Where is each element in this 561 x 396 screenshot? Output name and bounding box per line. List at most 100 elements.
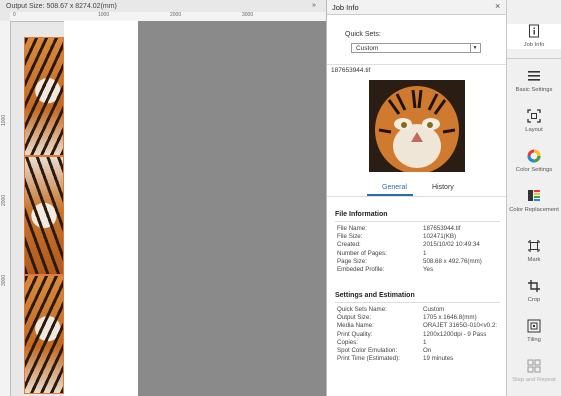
info-row: Spot Color Emulation: On <box>337 347 505 355</box>
output-size-label: Output Size: 508.67 x 8274.02(mm) <box>6 3 117 10</box>
info-row: Embeded Profile: Yes <box>337 266 505 274</box>
info-key: Quick Sets Name: <box>337 306 387 313</box>
info-value: On <box>423 346 432 354</box>
vertical-ruler: 1000 2000 3000 <box>0 21 11 396</box>
toolbar-crop[interactable]: Crop <box>507 279 561 304</box>
canvas-background <box>138 21 326 396</box>
tool-label: Job Info <box>523 42 545 48</box>
info-key: File Name: <box>337 225 367 232</box>
color-wheel-icon <box>527 149 541 163</box>
info-key: Copies: <box>337 338 358 346</box>
job-info-panel: Job Info × Quick Sets: Custom ▼ 18765394… <box>326 0 507 396</box>
quick-sets-value: Custom <box>356 45 379 52</box>
info-row: Page Size: 508.68 x 492.76(mm) <box>337 258 505 266</box>
toolbar-color-settings[interactable]: Color Settings <box>507 149 561 174</box>
crop-icon <box>527 279 541 293</box>
tool-label: Mark <box>527 257 541 263</box>
info-key: Print Time (Estimated): <box>337 355 400 363</box>
tiger-tile-1[interactable] <box>24 37 64 156</box>
info-value: 187653944.tif <box>423 225 461 232</box>
info-row: File Size: 102471(KB) <box>337 233 505 241</box>
info-key: Media Name: <box>337 322 374 330</box>
document-info-icon <box>527 24 541 38</box>
info-row: Copies: 1 <box>337 339 505 347</box>
info-value: 19 minutes <box>423 355 454 363</box>
tool-label: Color Replacement <box>509 207 559 213</box>
mark-icon <box>527 239 541 253</box>
tiger-tile-3[interactable] <box>24 275 64 394</box>
ruler-mark: 3000 <box>242 12 254 18</box>
media-area <box>64 21 138 396</box>
image-thumbnail <box>369 80 465 172</box>
tiger-thumbnail-image <box>369 80 465 172</box>
info-key: Embeded Profile: <box>337 265 385 273</box>
info-row: Media Name: ORAJET 3165G-010<v0.2: <box>337 322 505 330</box>
info-value: 2015/10/02 10:49:34 <box>423 241 480 249</box>
tiger-image <box>25 276 63 393</box>
info-value: Yes <box>423 265 434 273</box>
ruler-mark: 2000 <box>170 12 182 18</box>
divider <box>507 58 561 59</box>
color-replace-icon <box>527 189 541 203</box>
info-row: Print Quality: 1200x1200dpi - 9 Pass <box>337 331 505 339</box>
tiger-image <box>25 38 63 155</box>
info-key: Created: <box>337 241 361 249</box>
info-row: Created: 2015/10/02 10:49:34 <box>337 241 505 249</box>
side-toolbar: Job Info Basic Settings Layout Color Set… <box>506 0 561 396</box>
ruler-mark: 1000 <box>98 12 110 18</box>
tool-label: Color Settings <box>515 167 553 173</box>
collapse-panel-icon[interactable]: » <box>312 2 316 9</box>
toolbar-basic-settings[interactable]: Basic Settings <box>507 69 561 94</box>
toolbar-job-info[interactable]: Job Info <box>507 24 561 49</box>
ruler-mark: 2000 <box>1 194 7 206</box>
info-key: Print Quality: <box>337 330 373 338</box>
preview-pane: Output Size: 508.67 x 8274.02(mm) » 0 10… <box>0 0 326 396</box>
tab-general[interactable]: General <box>382 184 407 191</box>
toolbar-layout[interactable]: Layout <box>507 109 561 134</box>
divider <box>327 64 507 65</box>
info-row: File Name: 187653944.tif <box>337 225 505 233</box>
settings-heading: Settings and Estimation <box>335 292 415 299</box>
toolbar-color-replacement[interactable]: Color Replacement <box>507 189 561 214</box>
divider <box>335 221 500 222</box>
tool-label: Step and Repeat <box>512 377 556 383</box>
file-info-list: File Name: 187653944.tif File Size: 102471… <box>337 225 505 274</box>
info-key: Output Size: <box>337 314 372 322</box>
tool-label: Tiling <box>527 337 541 343</box>
tab-history[interactable]: History <box>432 184 454 191</box>
info-key: Number of Pages: <box>337 249 387 257</box>
divider <box>327 196 507 197</box>
toolbar-mark[interactable]: Mark <box>507 239 561 264</box>
info-key: File Size: <box>337 233 363 241</box>
tiger-tile-2[interactable] <box>24 156 64 275</box>
toolbar-tiling[interactable]: Tiling <box>507 319 561 344</box>
info-value: 1705 x 1646.8(mm) <box>423 314 477 322</box>
list-icon <box>527 69 541 83</box>
chevron-down-icon[interactable]: ▼ <box>470 44 479 52</box>
tool-label: Layout <box>525 127 543 133</box>
quick-sets-select[interactable]: Custom ▼ <box>351 43 481 53</box>
panel-header: Job Info × <box>327 0 507 15</box>
ruler-mark: 3000 <box>1 274 7 286</box>
info-value: 102471(KB) <box>423 233 457 241</box>
close-icon[interactable]: × <box>495 1 500 11</box>
tiger-image <box>25 157 63 274</box>
info-row: Quick Sets Name: Custom <box>337 306 505 314</box>
info-value: 1200x1200dpi - 9 Pass <box>423 330 487 338</box>
panel-title: Job Info <box>332 3 359 12</box>
step-repeat-icon <box>527 359 541 373</box>
settings-list: Quick Sets Name: Custom Output Size: 1705 … <box>337 306 505 363</box>
quick-sets-label: Quick Sets: <box>345 31 381 38</box>
divider <box>335 302 500 303</box>
tiling-icon <box>527 319 541 333</box>
toolbar-step-and-repeat[interactable]: Step and Repeat <box>507 359 561 384</box>
info-value: 1 <box>423 338 427 346</box>
ruler-mark: 1000 <box>1 114 7 126</box>
tool-label: Crop <box>527 297 541 303</box>
ruler-mark: 0 <box>13 12 16 18</box>
info-row: Number of Pages: 1 <box>337 250 505 258</box>
tool-label: Basic Settings <box>515 87 553 93</box>
layout-icon <box>527 109 541 123</box>
info-row: Print Time (Estimated): 19 minutes <box>337 355 505 363</box>
info-row: Output Size: 1705 x 1646.8(mm) <box>337 314 505 322</box>
